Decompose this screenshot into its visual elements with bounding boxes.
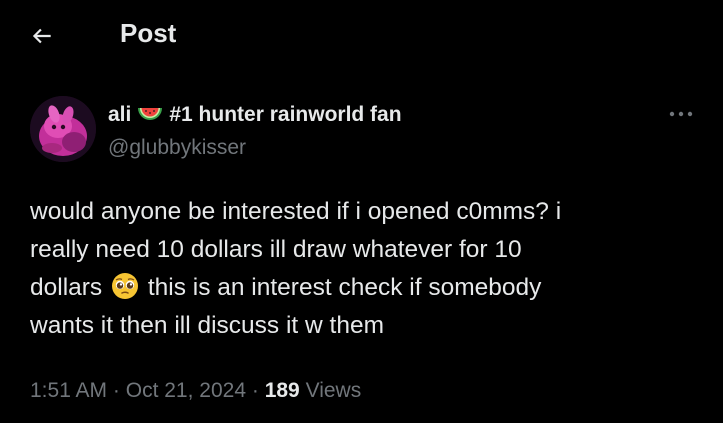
post-time[interactable]: 1:51 AM [30,379,107,402]
back-button[interactable] [22,16,62,56]
post-line-3a: dollars [30,274,103,301]
meta-separator: · [251,379,259,402]
post-meta: 1:51 AM · Oct 21, 2024 · 189 Views [30,377,361,405]
avatar[interactable] [30,96,96,162]
post-line-2: really need 10 dollars ill draw whatever… [30,236,522,263]
post-text: would anyone be interested if i opened c… [30,193,700,345]
views-label: Views [305,379,362,402]
post-line-3b: this is an interest check if somebody [147,274,542,301]
post-line-1: would anyone be interested if i opened c… [30,198,562,225]
watermelon-icon [138,108,163,120]
display-name[interactable]: ali [108,103,131,127]
more-horizontal-icon [669,111,693,117]
top-bar: Post [0,0,723,66]
pleading-face-icon [112,273,138,299]
post-line-4: wants it then ill discuss it w them [30,312,385,339]
more-options-button[interactable] [664,104,698,124]
views-count: 189 [264,379,300,402]
arrow-left-icon [32,28,51,44]
user-handle[interactable]: @glubbykisser [108,134,246,162]
display-name-suffix[interactable]: #1 hunter rainworld fan [169,103,401,127]
page-title: Post [120,18,177,48]
author-line: ali #1 hunter rainworld fan [108,100,402,130]
meta-separator: · [112,379,120,402]
post-date[interactable]: Oct 21, 2024 [126,379,246,402]
